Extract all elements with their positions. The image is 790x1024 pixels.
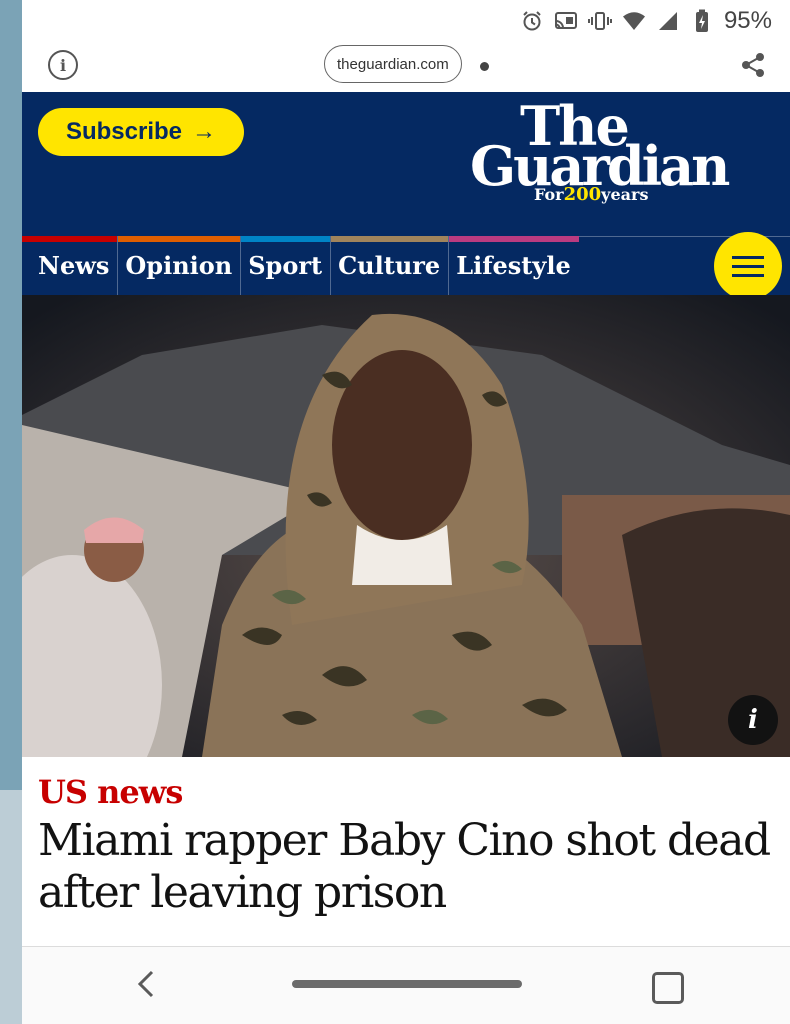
nav-item-sport[interactable]: Sport bbox=[240, 236, 331, 295]
url-pill[interactable]: theguardian.com bbox=[324, 45, 462, 83]
subscribe-button[interactable]: Subscribe → bbox=[38, 108, 244, 156]
home-pill[interactable] bbox=[292, 980, 522, 988]
info-icon[interactable]: i bbox=[48, 50, 78, 80]
system-navigation-bar bbox=[22, 947, 790, 1024]
hamburger-menu-icon[interactable] bbox=[714, 232, 782, 300]
tagline-prefix: For bbox=[534, 185, 564, 204]
nav-label: Opinion bbox=[125, 251, 233, 280]
nav-item-opinion[interactable]: Opinion bbox=[117, 236, 241, 295]
nav-item-culture[interactable]: Culture bbox=[330, 236, 449, 295]
back-icon[interactable] bbox=[132, 969, 162, 999]
alarm-icon bbox=[520, 9, 544, 33]
status-bar: 95% bbox=[22, 0, 790, 40]
nav-stripe-culture bbox=[331, 236, 449, 242]
article-headline: Miami rapper Baby Cino shot dead after l… bbox=[38, 815, 771, 918]
article-hero-image[interactable]: i bbox=[22, 295, 790, 757]
battery-percentage: 95% bbox=[723, 7, 772, 34]
left-edge-strip-lower bbox=[0, 790, 22, 1024]
nav-label: Culture bbox=[338, 251, 441, 280]
wifi-icon bbox=[622, 9, 646, 33]
url-text: theguardian.com bbox=[337, 55, 449, 73]
battery-charging-icon bbox=[690, 9, 714, 33]
tagline-suffix: years bbox=[601, 185, 649, 204]
nav-item-lifestyle[interactable]: Lifestyle bbox=[448, 236, 579, 295]
cast-icon bbox=[554, 9, 578, 33]
signal-icon bbox=[656, 9, 680, 33]
left-edge-strip bbox=[0, 0, 22, 1024]
nav-item-news[interactable]: News bbox=[22, 236, 118, 295]
guardian-logo[interactable]: The Guardian For200years bbox=[470, 96, 730, 216]
nav-stripe-sport bbox=[241, 236, 331, 242]
nav-label: News bbox=[38, 251, 110, 280]
hero-photo bbox=[22, 295, 790, 757]
vibrate-icon bbox=[587, 9, 612, 33]
nav-label: Lifestyle bbox=[456, 251, 571, 280]
section-nav: News Opinion Sport Culture Lifestyle bbox=[22, 236, 579, 295]
browser-url-bar: i theguardian.com bbox=[22, 40, 790, 92]
nav-label: Sport bbox=[248, 251, 323, 280]
tagline-number: 200 bbox=[563, 184, 602, 205]
nav-stripe-lifestyle bbox=[449, 236, 579, 242]
image-caption-info-button[interactable]: i bbox=[728, 695, 778, 745]
arrow-right-icon: → bbox=[192, 118, 217, 145]
nav-stripe-opinion bbox=[118, 236, 241, 242]
page-status-dot-icon bbox=[480, 62, 489, 71]
logo-tagline: For200years bbox=[534, 184, 648, 205]
status-icons: 95% bbox=[520, 7, 772, 35]
section-kicker[interactable]: US news bbox=[38, 773, 183, 811]
nav-stripe-news bbox=[22, 236, 118, 242]
guardian-masthead: Subscribe → The Guardian For200years New… bbox=[22, 92, 790, 300]
subscribe-label: Subscribe bbox=[65, 118, 183, 145]
article-header: US news Miami rapper Baby Cino shot dead… bbox=[22, 757, 790, 947]
share-icon[interactable] bbox=[738, 50, 768, 80]
recents-icon[interactable] bbox=[652, 972, 684, 1004]
